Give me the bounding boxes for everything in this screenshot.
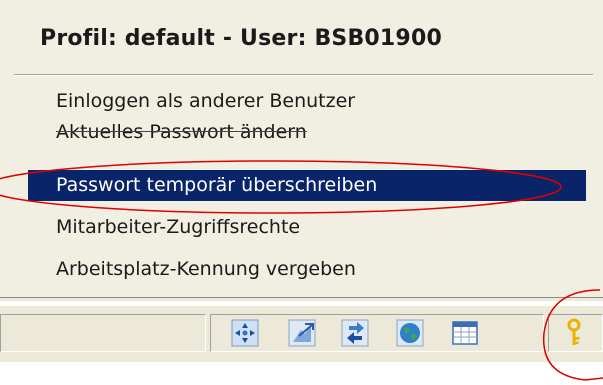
menu-item-label: Einloggen als anderer Benutzer — [56, 90, 356, 112]
menu-item-employee-access-rights[interactable]: Mitarbeiter-Zugriffsrechte — [28, 212, 588, 243]
status-field-empty — [0, 314, 206, 352]
menu-item-login-other-user[interactable]: Einloggen als anderer Benutzer — [28, 86, 588, 117]
menu-bottom-border — [0, 297, 603, 302]
menu-item-label: Aktuelles Passwort ändern — [56, 121, 307, 143]
profile-context-menu: Profil: default - User: BSB01900 Einlogg… — [0, 0, 603, 297]
menu-item-label: Mitarbeiter-Zugriffsrechte — [56, 216, 301, 238]
screen: Profil: default - User: BSB01900 Einlogg… — [0, 0, 603, 385]
menu-item-label: Arbeitsplatz-Kennung vergeben — [56, 258, 356, 280]
calendar-table-icon[interactable] — [450, 318, 480, 348]
status-field-tray — [210, 314, 544, 352]
globe-icon[interactable] — [395, 318, 425, 348]
menu-separator — [14, 74, 593, 76]
menu-item-label: Passwort temporär überschreiben — [56, 174, 378, 196]
sync-arrows-icon[interactable] — [340, 318, 370, 348]
window-background — [0, 362, 603, 385]
document-arrow-icon[interactable] — [287, 318, 317, 348]
key-icon[interactable] — [562, 318, 586, 348]
menu-item-override-password-temporarily[interactable]: Passwort temporär überschreiben — [28, 170, 586, 201]
menu-item-change-password[interactable]: Aktuelles Passwort ändern — [28, 117, 588, 148]
menu-header-profile-user: Profil: default - User: BSB01900 — [40, 26, 442, 51]
network-arrows-icon[interactable] — [230, 318, 260, 348]
menu-item-assign-workstation-id[interactable]: Arbeitsplatz-Kennung vergeben — [28, 254, 588, 285]
status-bar — [0, 306, 603, 362]
